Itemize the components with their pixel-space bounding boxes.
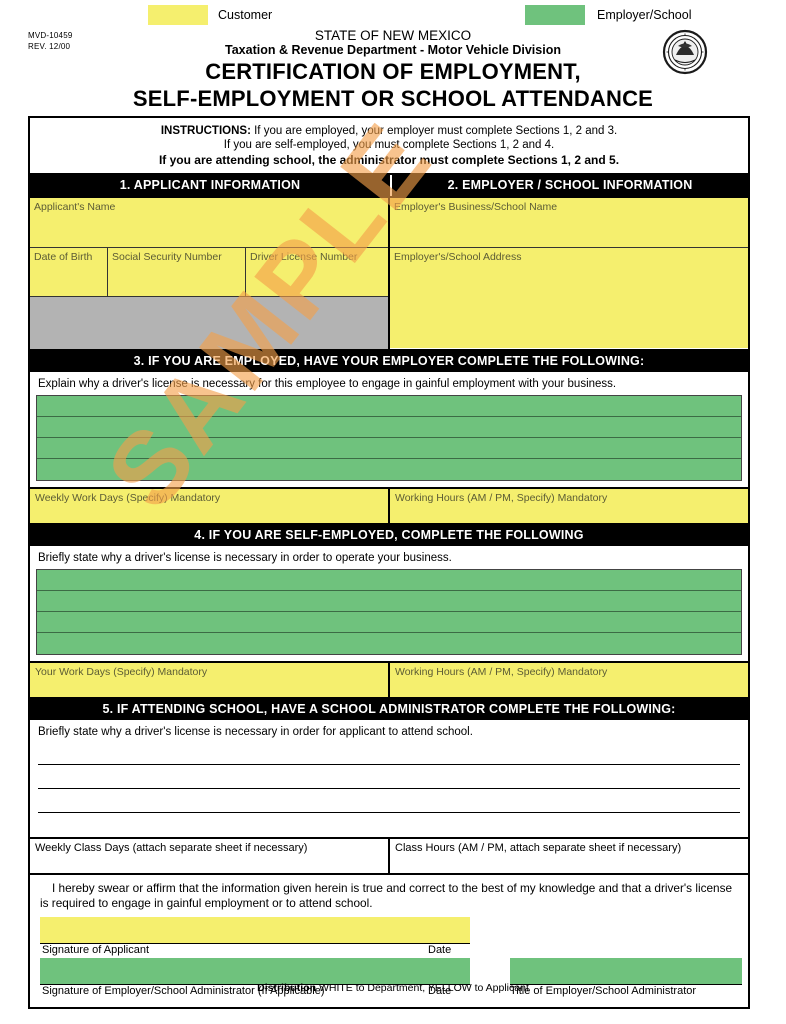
ssn-label: Social Security Number xyxy=(112,251,222,263)
section-4-body: Briefly state why a driver's license is … xyxy=(30,546,748,661)
employer-signature-input[interactable] xyxy=(40,958,470,984)
affirmation-text: I hereby swear or affirm that the inform… xyxy=(40,881,733,910)
applicant-signature-input[interactable] xyxy=(40,917,470,943)
section-4-working-hours-label: Working Hours (AM / PM, Specify) Mandato… xyxy=(395,666,608,678)
section-3-work-days-field[interactable]: Weekly Work Days (Specify) Mandatory xyxy=(30,489,390,523)
distribution-label: Distribution xyxy=(257,982,317,994)
section-1-heading: 1. APPLICANT INFORMATION xyxy=(30,175,392,196)
title-line-1: CERTIFICATION OF EMPLOYMENT, xyxy=(205,59,581,84)
date-of-birth-label: Date of Birth xyxy=(34,251,93,263)
customer-legend-label: Customer xyxy=(218,8,273,22)
employer-legend-label: Employer/School xyxy=(597,8,692,22)
section-4-heading: 4. IF YOU ARE SELF-EMPLOYED, COMPLETE TH… xyxy=(30,523,748,546)
applicant-signature-row: Signature of Applicant Date xyxy=(40,917,738,958)
distribution-footer: Distribution WHITE to Department, YELLOW… xyxy=(0,982,786,994)
applicant-name-label: Applicant's Name xyxy=(34,201,116,213)
customer-color-swatch xyxy=(148,5,208,25)
section-4-work-days-field[interactable]: Your Work Days (Specify) Mandatory xyxy=(30,663,390,697)
instructions-block: INSTRUCTIONS: If you are employed, your … xyxy=(30,118,748,173)
employer-title-input[interactable] xyxy=(510,958,742,984)
state-line: STATE OF NEW MEXICO xyxy=(314,28,472,43)
section-3-working-hours-field[interactable]: Working Hours (AM / PM, Specify) Mandato… xyxy=(390,489,748,523)
write-line[interactable] xyxy=(37,396,741,417)
section-3-working-hours-label: Working Hours (AM / PM, Specify) Mandato… xyxy=(395,492,608,504)
form-number-block: MVD-10459 REV. 12/00 xyxy=(28,31,73,52)
section-3-body: Explain why a driver's license is necess… xyxy=(30,372,748,487)
form-page: Customer Employer/School MVD-10459 REV. … xyxy=(0,0,786,1024)
driver-license-number-label: Driver License Number xyxy=(250,251,358,263)
write-line[interactable] xyxy=(38,741,740,765)
applicant-signature-label: Signature of Applicant xyxy=(42,944,150,956)
department-line: Taxation & Revenue Department - Motor Ve… xyxy=(225,43,561,57)
date-of-birth-field[interactable]: Date of Birth xyxy=(30,248,108,296)
applicant-date-label: Date xyxy=(428,944,452,956)
state-seal-icon xyxy=(662,29,708,75)
instructions-line-1: INSTRUCTIONS: If you are employed, your … xyxy=(38,124,740,138)
section-5-class-hours-field[interactable]: Class Hours (AM / PM, attach separate sh… xyxy=(390,839,748,873)
write-line[interactable] xyxy=(37,438,741,459)
instructions-line-2: If you are self-employed, you must compl… xyxy=(223,139,555,151)
employer-school-address-label: Employer's/School Address xyxy=(394,251,522,263)
employer-color-swatch xyxy=(525,5,585,25)
section-5-prompt: Briefly state why a driver's license is … xyxy=(38,726,473,738)
employer-school-address-field[interactable]: Employer's/School Address xyxy=(390,248,748,348)
form-body: INSTRUCTIONS: If you are employed, your … xyxy=(28,116,750,1009)
section-5-class-days-label: Weekly Class Days (attach separate sheet… xyxy=(35,842,308,854)
driver-license-number-field[interactable]: Driver License Number xyxy=(246,248,388,296)
form-revision: REV. 12/00 xyxy=(28,41,71,51)
write-line[interactable] xyxy=(38,789,740,813)
color-legend: Customer Employer/School xyxy=(0,4,786,26)
instructions-line-3: If you are attending school, the adminis… xyxy=(158,153,620,167)
section-3-answer-area[interactable] xyxy=(36,395,742,481)
instructions-text-1: If you are employed, your employer must … xyxy=(254,125,618,137)
section-4-work-days-label: Your Work Days (Specify) Mandatory xyxy=(35,666,208,678)
ssn-field[interactable]: Social Security Number xyxy=(108,248,246,296)
section-3-days-hours-row: Weekly Work Days (Specify) Mandatory Wor… xyxy=(30,487,748,523)
page-title: CERTIFICATION OF EMPLOYMENT, SELF-EMPLOY… xyxy=(60,58,726,112)
applicant-id-row: Date of Birth Social Security Number Dri… xyxy=(30,248,388,297)
write-line[interactable] xyxy=(37,591,741,612)
section-5-body: Briefly state why a driver's license is … xyxy=(30,720,748,837)
section-3-work-days-label: Weekly Work Days (Specify) Mandatory xyxy=(35,492,221,504)
agency-header: STATE OF NEW MEXICO Taxation & Revenue D… xyxy=(120,28,666,58)
section-5-class-hours-label: Class Hours (AM / PM, attach separate sh… xyxy=(395,842,682,854)
section-4-answer-area[interactable] xyxy=(36,569,742,655)
write-line[interactable] xyxy=(37,459,741,480)
business-school-name-field[interactable]: Employer's Business/School Name xyxy=(390,198,748,248)
write-line[interactable] xyxy=(38,813,740,833)
section-1-2-heading-row: 1. APPLICANT INFORMATION 2. EMPLOYER / S… xyxy=(30,173,748,196)
section-1-2-fields: Applicant's Name Date of Birth Social Se… xyxy=(30,196,748,349)
section-5-class-days-field[interactable]: Weekly Class Days (attach separate sheet… xyxy=(30,839,390,873)
write-line[interactable] xyxy=(37,612,741,633)
write-line[interactable] xyxy=(37,417,741,438)
write-line[interactable] xyxy=(37,570,741,591)
instructions-label: INSTRUCTIONS: xyxy=(160,125,251,137)
section-2-heading: 2. EMPLOYER / SCHOOL INFORMATION xyxy=(392,175,748,196)
section-4-working-hours-field[interactable]: Working Hours (AM / PM, Specify) Mandato… xyxy=(390,663,748,697)
form-number: MVD-10459 xyxy=(28,31,73,40)
section-1-shaded-area xyxy=(30,297,388,349)
section-3-heading: 3. IF YOU ARE EMPLOYED, HAVE YOUR EMPLOY… xyxy=(30,349,748,372)
section-4-days-hours-row: Your Work Days (Specify) Mandatory Worki… xyxy=(30,661,748,697)
write-line[interactable] xyxy=(38,765,740,789)
section-1-column: Applicant's Name Date of Birth Social Se… xyxy=(30,198,390,349)
distribution-text: WHITE to Department, YELLOW to Applicant xyxy=(318,982,529,994)
title-line-2: SELF-EMPLOYMENT OR SCHOOL ATTENDANCE xyxy=(132,86,654,111)
section-4-prompt: Briefly state why a driver's license is … xyxy=(38,552,452,564)
applicant-name-field[interactable]: Applicant's Name xyxy=(30,198,388,248)
section-3-prompt: Explain why a driver's license is necess… xyxy=(38,378,617,390)
section-5-days-hours-row: Weekly Class Days (attach separate sheet… xyxy=(30,837,748,873)
section-2-column: Employer's Business/School Name Employer… xyxy=(390,198,748,349)
section-5-answer-area[interactable] xyxy=(38,741,740,833)
section-5-heading: 5. IF ATTENDING SCHOOL, HAVE A SCHOOL AD… xyxy=(30,697,748,720)
business-school-name-label: Employer's Business/School Name xyxy=(394,201,558,213)
write-line[interactable] xyxy=(37,633,741,654)
